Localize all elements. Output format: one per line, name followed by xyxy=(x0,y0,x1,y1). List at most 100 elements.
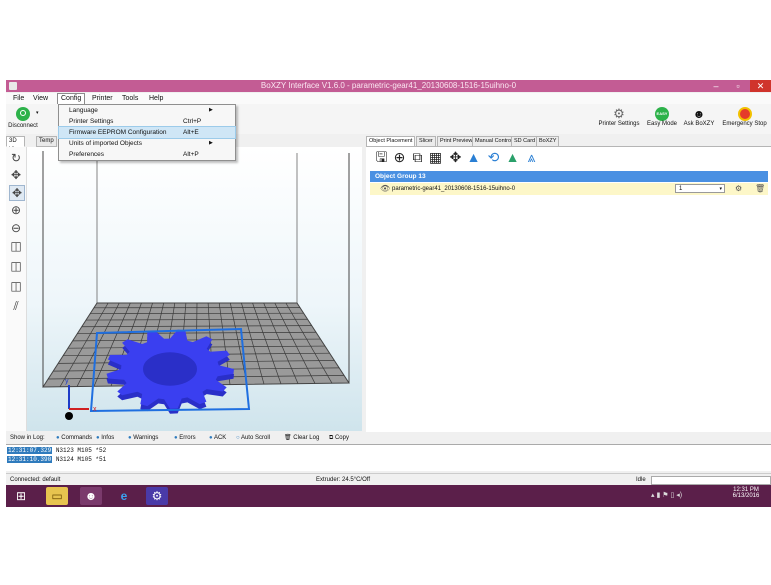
log-text: N3123 M105 *52 xyxy=(55,447,107,454)
save-icon[interactable]: 🖫 xyxy=(374,150,389,165)
infos-toggle[interactable]: ● Infos xyxy=(96,432,114,444)
scale-icon[interactable]: ▲ xyxy=(505,150,520,165)
window-title: BoXZY Interface V1.6.0 - parametric-gear… xyxy=(260,81,517,90)
language-label: Language xyxy=(69,107,98,114)
menu-printer[interactable]: Printer xyxy=(89,93,116,104)
app-window: BoXZY Interface V1.6.0 - parametric-gear… xyxy=(6,80,771,507)
rotate-object-icon[interactable]: ⟲ xyxy=(486,150,501,165)
printer-settings-button[interactable]: ⚙ Printer Settings xyxy=(594,107,644,128)
rotate-icon[interactable]: ↻ xyxy=(9,151,23,165)
cut-icon[interactable]: ⩓ xyxy=(524,150,539,165)
move-icon[interactable]: ✥ xyxy=(9,168,23,182)
menu-item-firmware-eeprom[interactable]: Firmware EEPROM Configuration Alt+E xyxy=(58,126,236,139)
log-toolbar: Show in Log: ● Commands ● Infos ● Warnin… xyxy=(6,432,771,444)
shortcut-label: Alt+P xyxy=(183,151,199,158)
zoom-out-icon[interactable]: ⊖ xyxy=(9,221,23,235)
center-icon[interactable]: ✥ xyxy=(448,150,463,165)
ask-boxzy-button[interactable]: ☻ Ask BoXZY xyxy=(681,107,717,128)
clock[interactable]: 12:31 PM 6/13/2016 xyxy=(724,487,768,499)
easy-mode-button[interactable]: EASY Easy Mode xyxy=(645,107,679,128)
warnings-toggle[interactable]: ● Warnings xyxy=(128,432,158,444)
menu-config[interactable]: Config xyxy=(57,93,86,104)
tab-3d-view[interactable]: 3D View xyxy=(6,136,25,153)
maximize-button[interactable]: ▫ xyxy=(728,80,748,92)
menu-file[interactable]: File xyxy=(10,93,27,104)
emergency-stop-label: Emergency Stop xyxy=(722,121,767,127)
auto-scroll-label: Auto Scroll xyxy=(240,435,270,441)
menu-tools[interactable]: Tools xyxy=(119,93,141,104)
cube-top-icon[interactable]: ◫ xyxy=(9,279,23,293)
clear-log-label: Clear Log xyxy=(293,435,320,441)
menu-item-language[interactable]: Language ▶ xyxy=(59,105,235,116)
file-explorer-icon[interactable]: ▭ xyxy=(46,487,68,505)
view-toolbar: ↻ ✥ ✥ ⊕ ⊖ ◫ ◫ ◫ ⫽ xyxy=(6,147,27,431)
clear-log-button[interactable]: 🗑 Clear Log xyxy=(284,432,319,444)
left-pane: 3D View Temp ↻ ✥ ✥ ⊕ ⊖ ◫ ◫ ◫ ⫽ xyxy=(6,136,362,431)
windows-start-icon[interactable]: ⊞ xyxy=(10,487,32,505)
auto-scroll-toggle[interactable]: ○ Auto Scroll xyxy=(236,432,270,444)
ack-label: ACK xyxy=(213,435,227,441)
title-bar: BoXZY Interface V1.6.0 - parametric-gear… xyxy=(6,80,771,92)
origin-marker xyxy=(65,412,73,420)
show-in-log-label: Show in Log: xyxy=(10,435,45,441)
copy-icon[interactable]: ⧉ xyxy=(410,150,425,165)
3d-viewport[interactable]: x y xyxy=(27,147,362,431)
firmware-eeprom-label: Firmware EEPROM Configuration xyxy=(69,129,167,136)
object-group-header[interactable]: Object Group 13 xyxy=(370,171,768,182)
parallel-view-icon[interactable]: ⫽ xyxy=(9,299,23,313)
errors-toggle[interactable]: ● Errors xyxy=(174,432,196,444)
preferences-label: Preferences xyxy=(69,151,105,158)
submenu-arrow-icon: ▶ xyxy=(209,140,213,146)
x-axis-label: x xyxy=(93,406,97,413)
shortcut-label: Alt+E xyxy=(183,129,199,136)
menu-help[interactable]: Help xyxy=(146,93,166,104)
move-object-icon[interactable]: ✥ xyxy=(9,185,25,201)
visibility-eye-icon[interactable]: 👁 xyxy=(380,184,390,194)
chevron-down-icon: ▾ xyxy=(719,186,722,192)
app-icon xyxy=(9,82,17,90)
right-pane: Object Placement Slicer Print Preview Ma… xyxy=(366,136,771,432)
disconnect-dropdown-icon[interactable]: ▾ xyxy=(36,110,39,116)
settings-app-icon[interactable]: ⚙ xyxy=(146,487,168,505)
land-icon[interactable]: ▲ xyxy=(466,150,481,165)
add-icon[interactable]: ⊕ xyxy=(392,150,407,165)
minimize-button[interactable]: – xyxy=(706,80,726,92)
settings-gear-icon[interactable]: ⚙ xyxy=(735,184,742,194)
object-placement-panel: 🖫 ⊕ ⧉ ▦ ✥ ▲ ⟲ ▲ ⩓ Object Group 13 👁 para… xyxy=(366,146,771,432)
config-dropdown-menu: Language ▶ Printer Settings Ctrl+P Firmw… xyxy=(58,104,236,161)
menu-view[interactable]: View xyxy=(30,93,51,104)
menu-item-printer-settings[interactable]: Printer Settings Ctrl+P xyxy=(59,116,235,127)
log-timestamp: 12:31:10.390 xyxy=(7,456,53,463)
emergency-stop-button[interactable]: Emergency Stop xyxy=(718,107,771,128)
copy-icon: ⧉ xyxy=(329,435,334,441)
clock-date: 6/13/2016 xyxy=(732,493,760,499)
commands-toggle[interactable]: ● Commands xyxy=(56,432,92,444)
copies-select[interactable]: 1 ▾ xyxy=(675,184,725,193)
ack-toggle[interactable]: ● ACK xyxy=(209,432,226,444)
stop-icon xyxy=(737,107,752,121)
copy-label: Copy xyxy=(334,435,349,441)
disconnect-button[interactable]: Disconnect xyxy=(8,107,38,130)
boxzy-app-icon[interactable]: ☻ xyxy=(80,487,102,505)
os-taskbar: ⊞ ▭ ☻ e ⚙ ▴ ▮ ⚑ ▯ ◂) 12:31 PM 6/13/2016 xyxy=(6,485,771,507)
menu-item-units[interactable]: Units of imported Objects ▶ xyxy=(59,138,235,149)
easy-mode-label: Easy Mode xyxy=(646,121,677,127)
autoposition-icon[interactable]: ▦ xyxy=(428,150,443,165)
tray-icons[interactable]: ▴ ▮ ⚑ ▯ ◂) xyxy=(651,491,682,499)
menu-item-preferences[interactable]: Preferences Alt+P xyxy=(59,149,235,160)
close-button[interactable]: ✕ xyxy=(750,80,771,92)
object-row[interactable]: 👁 parametric-gear41_20130608-1516-15uihn… xyxy=(370,183,768,195)
log-output[interactable]: 12:31:07.329 N3123 M105 *52 12:31:10.390… xyxy=(6,444,771,471)
copy-log-button[interactable]: ⧉ Copy xyxy=(329,432,349,444)
log-line: 12:31:10.390 N3124 M105 *51 xyxy=(7,455,106,464)
zoom-in-icon[interactable]: ⊕ xyxy=(9,203,23,217)
tab-temp[interactable]: Temp xyxy=(36,136,57,147)
mascot-icon: ☻ xyxy=(692,107,706,121)
internet-explorer-icon[interactable]: e xyxy=(113,487,135,505)
easy-icon: EASY xyxy=(655,107,669,121)
errors-label: Errors xyxy=(179,435,196,441)
cube-front-icon[interactable]: ◫ xyxy=(9,239,23,253)
cube-side-icon[interactable]: ◫ xyxy=(9,259,23,273)
warnings-label: Warnings xyxy=(133,435,159,441)
delete-trash-icon[interactable]: 🗑 xyxy=(755,184,765,194)
